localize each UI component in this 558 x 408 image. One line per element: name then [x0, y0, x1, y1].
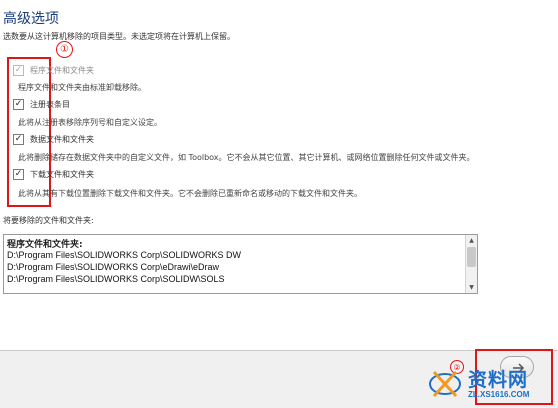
- data-files-description: 此将删除储存在数据文件夹中的自定义文件，如 Toolbox。它不会从其它位置、其…: [18, 153, 475, 162]
- intro-text: 选数要从这计算机移除的项目类型。未选定项将在计算机上保留。: [3, 32, 235, 41]
- download-files-description: 此将从其有下载位置删除下载文件和文件夹。它不会删除已重新命名或移动的下载文件和文…: [18, 189, 362, 198]
- download-files-checkbox[interactable]: ✓: [13, 169, 24, 180]
- option-data-files[interactable]: ✓ 数据文件和文件夹: [13, 134, 94, 145]
- files-scrollbar[interactable]: ▲ ▼: [465, 235, 477, 293]
- download-files-label: 下载文件和文件夹: [30, 170, 94, 179]
- watermark: 资料网 ZL.XS1616.COM: [428, 362, 558, 408]
- registry-entries-description: 此将从注册表移除序列号和自定义设定。: [18, 118, 162, 127]
- watermark-url: ZL.XS1616.COM: [468, 390, 530, 399]
- registry-entries-label: 注册表条目: [30, 100, 70, 109]
- watermark-text: 资料网: [468, 369, 529, 391]
- options-callout-box: [7, 57, 51, 207]
- registry-entries-checkbox[interactable]: ✓: [13, 99, 24, 110]
- files-to-remove-label: 将要移除的文件和文件夹:: [3, 216, 94, 225]
- scroll-up-icon[interactable]: ▲: [466, 235, 477, 246]
- list-item: D:\Program Files\SOLIDWORKS Corp\eDrawi\…: [7, 262, 220, 272]
- program-files-checkbox[interactable]: ✓: [13, 65, 24, 76]
- program-files-label: 程序文件和文件夹: [30, 66, 94, 75]
- list-item: D:\Program Files\SOLIDWORKS Corp\SOLIDW\…: [7, 274, 225, 284]
- option-program-files[interactable]: ✓ 程序文件和文件夹: [13, 65, 94, 76]
- watermark-logo-icon: [429, 370, 461, 398]
- data-files-label: 数据文件和文件夹: [30, 135, 94, 144]
- scroll-down-icon[interactable]: ▼: [466, 282, 477, 293]
- step-1-marker: ①: [56, 41, 73, 58]
- scroll-thumb[interactable]: [467, 247, 476, 267]
- data-files-checkbox[interactable]: ✓: [13, 134, 24, 145]
- option-download-files[interactable]: ✓ 下载文件和文件夹: [13, 169, 94, 180]
- page-title: 高级选项: [3, 11, 59, 27]
- program-files-description: 程序文件和文件夹由标准卸载移除。: [18, 83, 146, 92]
- option-registry-entries[interactable]: ✓ 注册表条目: [13, 99, 70, 110]
- files-listbox[interactable]: 程序文件和文件夹: D:\Program Files\SOLIDWORKS Co…: [3, 234, 478, 294]
- files-list-header: 程序文件和文件夹:: [7, 240, 83, 250]
- list-item: D:\Program Files\SOLIDWORKS Corp\SOLIDWO…: [7, 250, 242, 260]
